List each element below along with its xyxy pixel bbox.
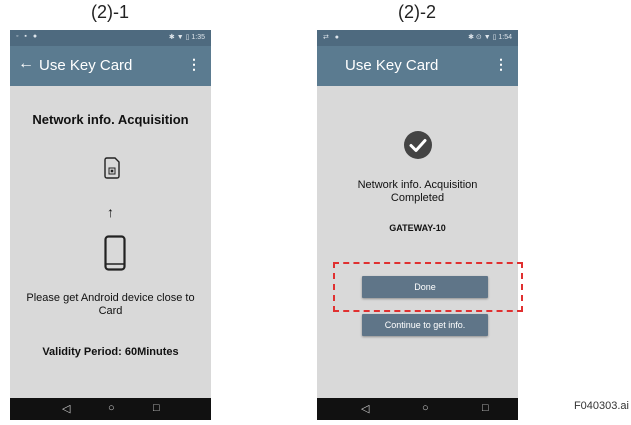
back-arrow-icon[interactable]: ← [18,55,34,73]
app-bar: Use Key Card ⋮ [317,46,518,86]
app-title: Use Key Card [39,57,133,74]
continue-button[interactable]: Continue to get info. [362,314,488,336]
gateway-name: GATEWAY-10 [389,223,446,233]
completion-message: Network info. Acquisition Completed [317,179,518,205]
up-arrow-icon: ↑ [107,204,114,220]
instruction-line-1: Please get Android device close to [26,292,195,304]
phone-screen-right: ⇄ ● ✱ ⊙ ▼ ▯ 1:54 Use Key Card ⋮ Network … [317,30,518,420]
app-title: Use Key Card [345,57,439,74]
notification-icons: ⇄ ● [323,34,342,41]
home-nav-icon[interactable]: ○ [108,402,115,414]
phone-screen-left: ◦ ▪ ● ✱ ▼ ▯ 1:35 ← Use Key Card ⋮ Networ… [10,30,211,420]
message-line-2: Completed [390,192,445,204]
nav-bar: ◁ ○ □ [10,398,211,420]
status-right: ✱ ▼ ▯ 1:35 [168,34,205,41]
caption-right: (2)-2 [397,2,436,22]
app-bar: ← Use Key Card ⋮ [10,46,211,86]
home-nav-icon[interactable]: ○ [422,402,429,414]
back-nav-icon[interactable]: ◁ [361,402,369,415]
overflow-menu-icon[interactable]: ⋮ [494,56,508,73]
figure-id: F040303.ai [573,400,629,412]
status-bar: ◦ ▪ ● ✱ ▼ ▯ 1:35 [10,30,211,46]
highlight-box [333,262,523,312]
page-heading: Network info. Acquisition [32,112,189,127]
validity-text: Validity Period: 60Minutes [42,346,179,358]
card-icon [104,157,120,179]
overflow-menu-icon[interactable]: ⋮ [187,56,201,73]
nav-bar: ◁ ○ □ [317,398,518,420]
phone-icon [104,235,126,271]
message-line-1: Network info. Acquisition [357,179,478,191]
check-circle-icon [404,131,432,159]
notification-icons: ◦ ▪ ● [16,33,40,40]
instruction-text: Please get Android device close to Card [10,292,211,318]
instruction-line-2: Card [98,305,123,317]
status-right: ✱ ⊙ ▼ ▯ 1:54 [468,34,512,41]
caption-left: (2)-1 [90,2,129,22]
recent-apps-icon[interactable]: □ [153,402,160,414]
back-nav-icon[interactable]: ◁ [62,402,70,415]
status-bar: ⇄ ● ✱ ⊙ ▼ ▯ 1:54 [317,30,518,46]
recent-apps-icon[interactable]: □ [482,402,489,414]
